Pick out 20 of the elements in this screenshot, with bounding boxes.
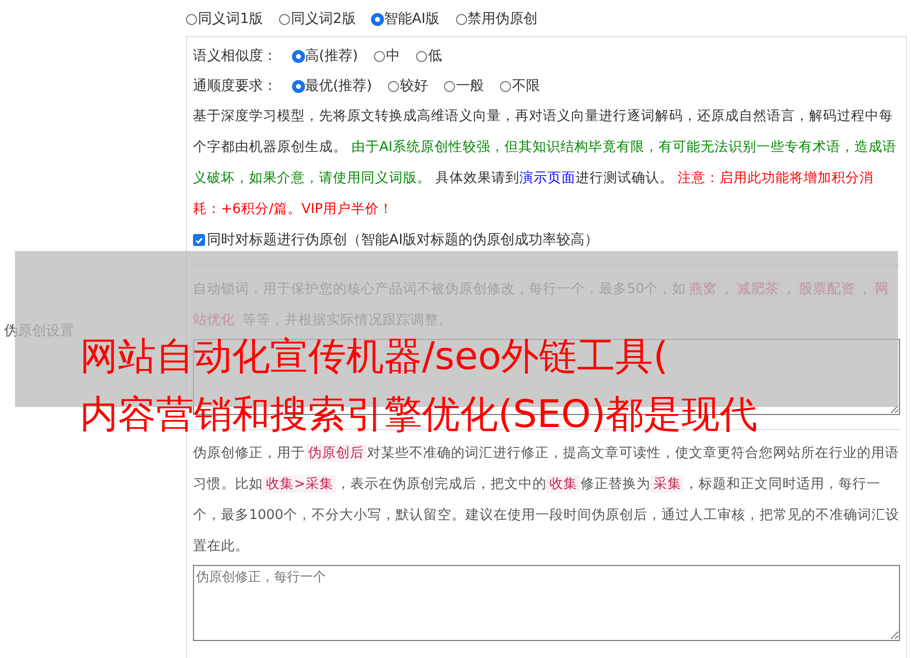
similarity-radio[interactable]: 低 — [416, 47, 442, 65]
mode-radio[interactable]: 同义词1版 — [186, 10, 263, 28]
mode-radio[interactable]: 禁用伪原创 — [456, 10, 538, 28]
demo-page-link[interactable]: 演示页面 — [519, 170, 576, 186]
corrections-description: 伪原创修正，用于 伪原创后 对某些不准确的词汇进行修正，提高文章可读性，使文章更符合您网站所在行业的用语习惯。比如 收集>采集 ，表示在伪原创完成后，把文中的 收集 修正替换为 采集 ，标题和正文同时适用，每行一个，最多1000个，不分大小写，默认留空。建议在使用一段时间伪原创后，通过人工审核，把常见的不准确词汇设置在此。 — [193, 443, 900, 556]
ai-description: 基于深度学习模型，先将原文转换成高维语义向量，再对语义向量进行逐词解码，还原成自然语言，解码过程中每个字都由机器原创生成。 由于AI系统原创性较强，但其知识结构毕竟有限，有可能无法识别一些专有术语，造成语义破坏，如果介意，请使用同义词版。 具体效果请到演示页面进行测试确认。 注意：启用此功能将增加积分消耗：+6积分/篇。VIP用户半价！ — [193, 107, 898, 219]
fluency-label: 通顺度要求： — [193, 77, 277, 95]
similarity-radio[interactable]: 中 — [374, 47, 400, 65]
mode-radio[interactable]: 同义词2版 — [278, 10, 356, 28]
similarity-radio[interactable]: 高(推荐) — [293, 47, 358, 65]
corrections-field[interactable]: 伪原创修正，每行一个 — [193, 565, 900, 641]
title-rewrite-checkbox[interactable]: 同时对标题进行伪原创（智能AI版对标题的伪原创成功率较高） — [193, 225, 900, 255]
similarity-label: 语义相似度： — [193, 47, 277, 65]
fluency-radio[interactable]: 不限 — [500, 77, 540, 95]
overlay-caption: 内容营销和搜索引擎优化(SEO)都是现代 — [80, 392, 758, 436]
overlay-caption: 网站自动化宣传机器/seo外链工具( — [80, 334, 670, 378]
mode-radio[interactable]: 智能AI版 — [372, 10, 440, 28]
fluency-radio[interactable]: 最优(推荐) — [293, 77, 372, 95]
fluency-radio[interactable]: 一般 — [444, 77, 484, 95]
fluency-radio[interactable]: 较好 — [388, 77, 428, 95]
